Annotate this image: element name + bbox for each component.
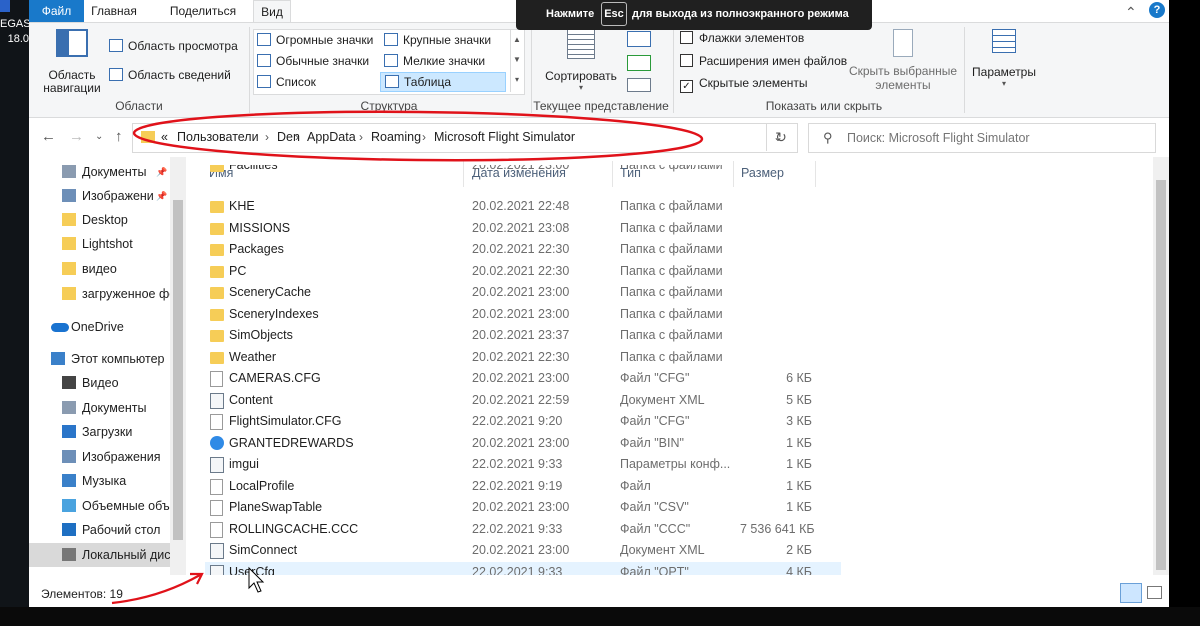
address-highlight-ellipse	[132, 110, 704, 162]
arrow-to-usercfg	[111, 574, 201, 605]
mouse-cursor-icon	[248, 566, 265, 593]
red-annotation-overlay	[111, 110, 704, 605]
